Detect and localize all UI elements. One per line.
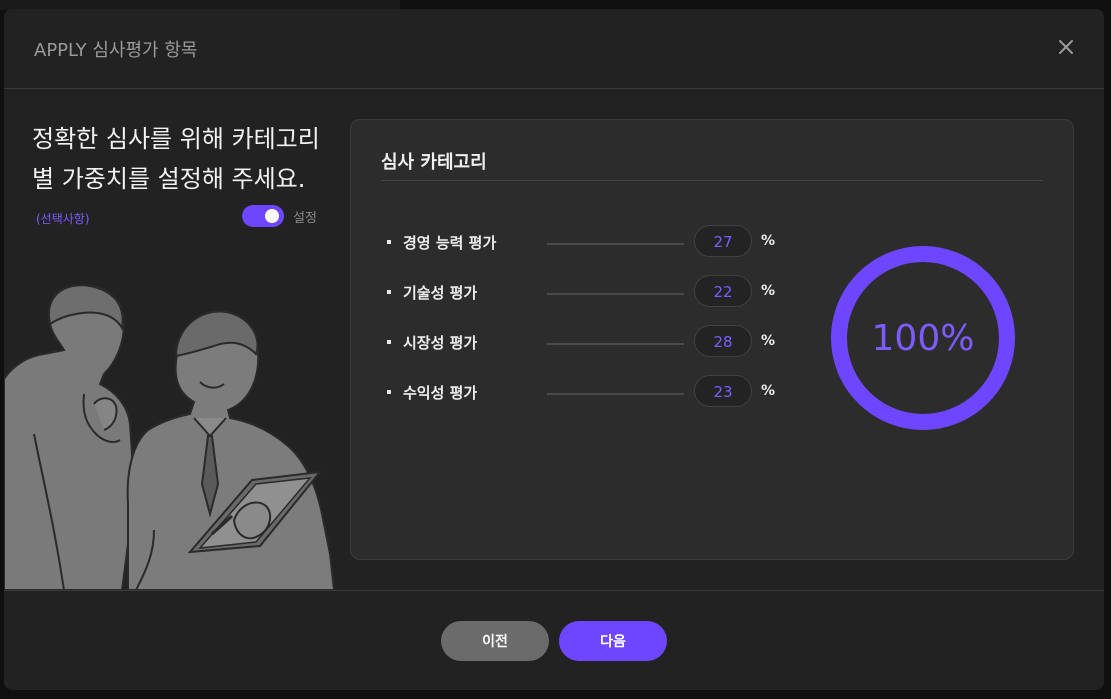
category-list: 경영 능력 평가 27 % 기술성 평가 22 % 시장성 평가 28 % 수익… — [381, 220, 791, 420]
optional-tag: (선택사항) — [36, 212, 90, 226]
total-percentage: 100% — [871, 317, 975, 359]
category-card: 심사 카테고리 경영 능력 평가 27 % 기술성 평가 22 % 시장성 평가 — [350, 119, 1074, 560]
bullet — [387, 340, 391, 344]
unit-label: % — [761, 333, 776, 349]
evaluation-modal: APPLY 심사평가 항목 정확한 심사를 위해 카테고리 별 가중치를 설정해… — [4, 9, 1104, 690]
category-item-profitability: 수익성 평가 23 % — [381, 370, 791, 420]
card-title: 심사 카테고리 — [381, 152, 487, 173]
weight-setting-toggle-row: 설정 — [242, 205, 317, 227]
weight-input-management[interactable]: 27 — [694, 225, 752, 257]
business-people-illustration — [4, 284, 336, 590]
intro-headline-text: 정확한 심사를 위해 카테고리 별 가중치를 설정해 주세요. — [32, 125, 320, 193]
intro-panel: 정확한 심사를 위해 카테고리 별 가중치를 설정해 주세요. (선택사항) 설정 — [4, 89, 344, 590]
divider-line — [547, 343, 684, 345]
category-label: 기술성 평가 — [403, 284, 478, 302]
bullet — [387, 240, 391, 244]
category-label: 수익성 평가 — [403, 384, 478, 402]
category-item-market: 시장성 평가 28 % — [381, 320, 791, 370]
close-icon — [1059, 40, 1073, 54]
toggle-label: 설정 — [293, 210, 317, 226]
divider-line — [547, 393, 684, 395]
divider-line — [547, 243, 684, 245]
next-button[interactable]: 다음 — [559, 621, 667, 661]
unit-label: % — [761, 283, 776, 299]
modal-header: APPLY 심사평가 항목 — [4, 9, 1104, 89]
prev-button[interactable]: 이전 — [441, 621, 549, 661]
total-ring: 100% — [829, 244, 1017, 432]
modal-title: APPLY 심사평가 항목 — [34, 40, 198, 61]
category-label: 시장성 평가 — [403, 334, 478, 352]
toggle-knob — [265, 209, 279, 223]
bullet — [387, 290, 391, 294]
unit-label: % — [761, 383, 776, 399]
bullet — [387, 390, 391, 394]
category-item-technology: 기술성 평가 22 % — [381, 270, 791, 320]
divider-line — [547, 293, 684, 295]
card-divider — [381, 180, 1043, 181]
close-button[interactable] — [1054, 35, 1078, 59]
weight-input-profitability[interactable]: 23 — [694, 375, 752, 407]
weight-input-technology[interactable]: 22 — [694, 275, 752, 307]
modal-footer: 이전 다음 — [4, 590, 1104, 690]
weight-input-market[interactable]: 28 — [694, 325, 752, 357]
weight-setting-toggle[interactable] — [242, 205, 284, 227]
unit-label: % — [761, 233, 776, 249]
category-label: 경영 능력 평가 — [403, 234, 497, 252]
category-item-management: 경영 능력 평가 27 % — [381, 220, 791, 270]
